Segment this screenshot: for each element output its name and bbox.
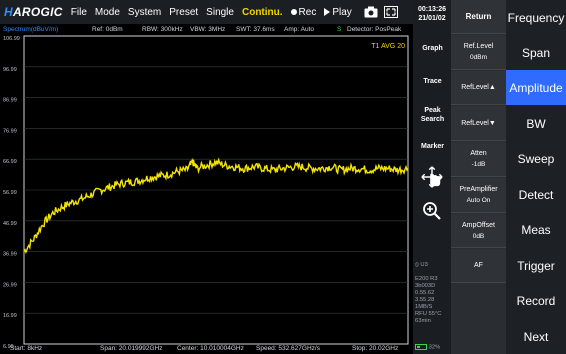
peak-search-button[interactable]: Peak Search [416, 106, 449, 124]
device-info: E200 R3 3b003D 0.55.62 3.55.28 1MB/S RFU… [415, 276, 442, 324]
plot-bottom-bar: Start: 8kHz Span: 20.019992GHz Center: 1… [0, 344, 413, 354]
record-icon [290, 8, 297, 15]
menu-record[interactable]: Record [506, 283, 566, 318]
menu-file[interactable]: File [71, 7, 87, 18]
function-menu-column: Frequency Span Amplitude BW Sweep Detect… [506, 0, 566, 354]
menu-bw[interactable]: BW [506, 106, 566, 141]
play-button[interactable]: Play [324, 7, 352, 18]
spectrum-chart[interactable]: 106.99 96.99 86.99 76.99 66.99 56.99 46.99 36.9… [0, 24, 413, 354]
menu-frequency[interactable]: Frequency [506, 0, 566, 35]
af-button[interactable]: AF [451, 249, 506, 283]
menu-continuous[interactable]: Continu. [242, 7, 283, 18]
menu-amplitude[interactable]: Amplitude [506, 70, 566, 105]
y-tick-label: 26.99 [3, 282, 17, 288]
search-label: Search [420, 116, 445, 123]
menu-system[interactable]: System [128, 7, 161, 18]
menu-sweep[interactable]: Sweep [506, 141, 566, 176]
trace-button[interactable]: Trace [416, 78, 449, 85]
y-tick-label: 76.99 [3, 128, 17, 134]
brand-logo: HAROGIC [4, 5, 63, 19]
stop-freq: Stop: 20.02GHz [352, 345, 399, 352]
trace-line [23, 157, 409, 255]
menu-span[interactable]: Span [506, 35, 566, 70]
rec-button[interactable]: Rec [290, 7, 316, 18]
menu-next[interactable]: Next [506, 319, 566, 354]
graph-button[interactable]: Graph [416, 45, 449, 52]
menu-mode[interactable]: Mode [95, 7, 120, 18]
y-tick-label: 86.99 [3, 98, 17, 104]
main-menu: File Mode System Preset Single Continu. … [71, 7, 360, 18]
return-button[interactable]: Return [451, 0, 506, 34]
ref-level-up-button[interactable]: RefLevel▲ [451, 71, 506, 105]
menu-trigger[interactable]: Trigger [506, 248, 566, 283]
y-tick-label: 16.99 [3, 313, 17, 319]
pan-hand-icon[interactable] [421, 166, 443, 188]
status-tool-column: 00:13:26 21/01/02 Graph Trace Peak Searc… [413, 0, 451, 354]
top-menu-bar: HAROGIC File Mode System Preset Single C… [0, 0, 413, 24]
fullscreen-icon[interactable] [383, 6, 398, 18]
grid-lines [24, 66, 408, 314]
y-tick-label: 96.99 [3, 67, 17, 73]
menu-preset[interactable]: Preset [169, 7, 198, 18]
y-tick-label: 106.99 [3, 36, 20, 42]
y-axis-labels: 106.99 96.99 86.99 76.99 66.99 56.99 46.99 36.9… [3, 36, 20, 350]
spectrum-plot[interactable]: Spectrum(dBuV/m) Ref: 0dBm RBW: 300kHz V… [0, 24, 413, 354]
peak-label: Peak [424, 107, 441, 114]
u3-indicator: ⦸ U3 [415, 262, 428, 268]
clock: 00:13:26 21/01/02 [413, 0, 451, 23]
center-freq: Center: 10.010004GHz [177, 345, 244, 352]
time-label: 00:13:26 [417, 6, 447, 13]
preamplifier-button[interactable]: PreAmplifier Auto On [451, 178, 506, 213]
span-freq: Span: 20.019992GHz [100, 345, 163, 352]
ref-level-down-button[interactable]: RefLevel▼ [451, 106, 506, 141]
menu-detect[interactable]: Detect [506, 177, 566, 212]
marker-button[interactable]: Marker [416, 143, 449, 150]
zoom-in-icon[interactable] [422, 201, 442, 221]
ref-level-button[interactable]: Ref.Level 0dBm [451, 35, 506, 70]
amp-offset-button[interactable]: AmpOffset 0dB [451, 214, 506, 248]
y-tick-label: 66.99 [3, 159, 17, 165]
y-tick-label: 46.99 [3, 221, 17, 227]
menu-single[interactable]: Single [206, 7, 234, 18]
start-freq: Start: 8kHz [10, 345, 43, 352]
atten-button[interactable]: Atten -1dB [451, 142, 506, 177]
y-tick-label: 36.99 [3, 252, 17, 258]
camera-icon[interactable] [364, 6, 378, 18]
y-tick-label: 56.99 [3, 190, 17, 196]
play-icon [324, 7, 331, 16]
parameter-column: Return Ref.Level 0dBm RefLevel▲ RefLevel▼… [451, 0, 506, 354]
battery-icon [415, 344, 427, 350]
date-label: 21/01/02 [418, 15, 446, 22]
speed-label: Speed: 532.627GHz/s [256, 345, 320, 352]
battery-indicator: 32% [415, 344, 440, 352]
menu-meas[interactable]: Meas [506, 212, 566, 247]
